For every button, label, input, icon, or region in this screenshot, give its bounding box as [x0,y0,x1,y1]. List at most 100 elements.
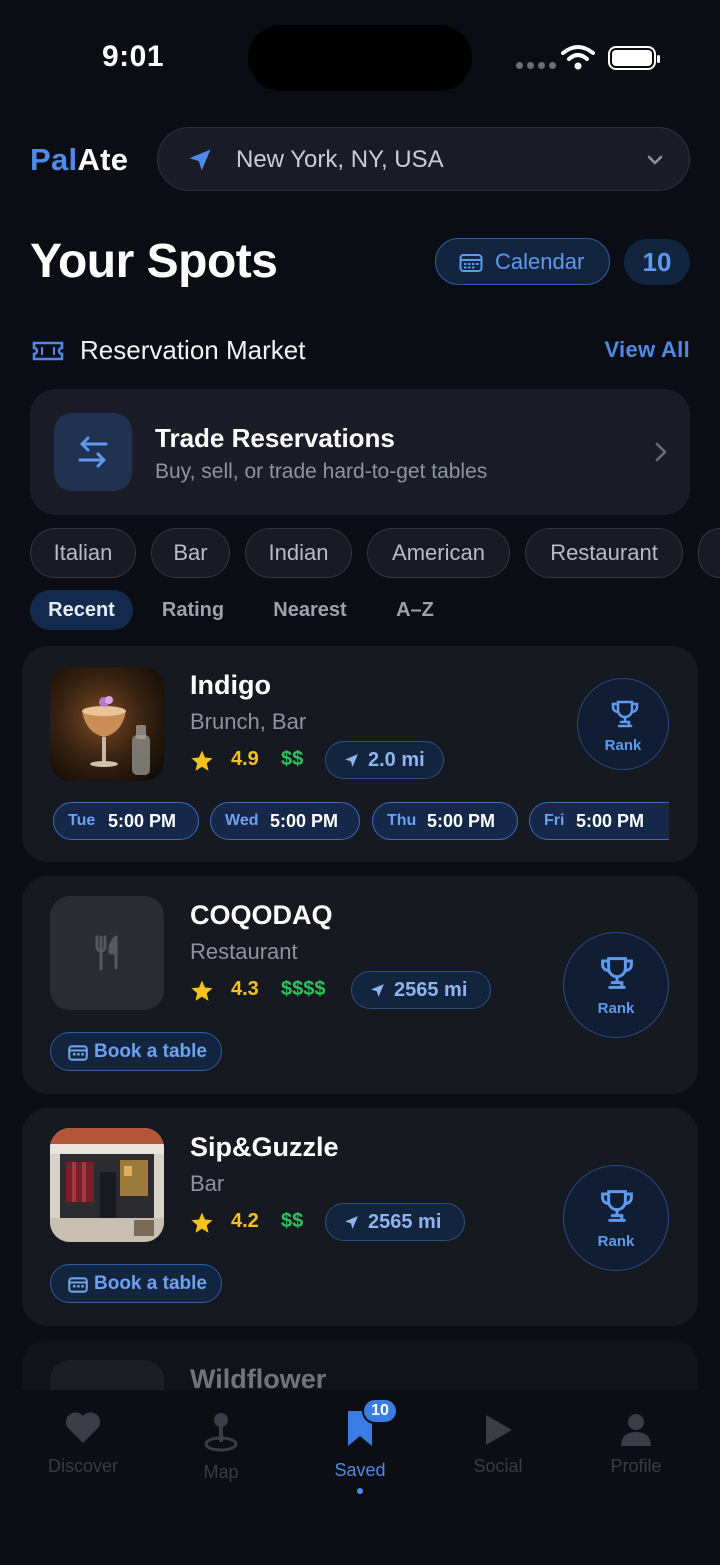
location-arrow-icon [189,149,211,171]
status-bar: 9:01 [0,0,720,110]
spot-rating: 4.3 [231,978,259,1000]
logo-part-ate: Ate [77,142,129,177]
spot-distance: 2.0 mi [368,749,425,771]
rank-button[interactable]: Rank [577,678,669,770]
app-logo: PalAte [30,142,128,178]
filter-chip-italian[interactable]: Italian [30,528,136,578]
spot-distance: 2565 mi [394,979,468,1001]
distance-badge: 2.0 mi [325,741,444,779]
trophy-icon [601,957,633,989]
star-icon [191,980,213,1001]
time-slot-day: Wed [225,812,259,829]
sort-a-z[interactable]: A–Z [380,590,450,630]
page-title: Your Spots [30,235,278,288]
trophy-icon [601,1190,633,1222]
cellular-signal-icon [516,62,556,69]
star-icon [191,750,213,771]
spot-card-indigo[interactable]: Indigo Brunch, Bar 4.9 $$ 2.0 mi Rank Tu… [22,646,698,862]
spot-category: Restaurant [190,939,298,964]
view-all-link[interactable]: View All [604,337,690,363]
star-icon [191,1212,213,1233]
active-tab-indicator [357,1488,363,1494]
location-arrow-icon [345,754,358,767]
filter-chip-more[interactable] [698,528,720,578]
trophy-icon [611,700,639,728]
spot-distance: 2565 mi [368,1211,442,1233]
calendar-button[interactable]: Calendar [435,238,610,285]
reservation-market-label: Reservation Market [80,335,306,365]
status-time: 9:01 [102,40,165,73]
spot-photo-sip-guzzle [50,1128,164,1242]
spot-meta: 4.3 $$$$ 2565 mi [190,971,500,1009]
sort-recent[interactable]: Recent [30,590,133,630]
play-icon [486,1415,512,1445]
ticket-icon [32,341,64,361]
book-table-button[interactable]: Book a table [50,1032,222,1071]
time-slot-time: 5:00 PM [427,811,496,831]
spot-name: COQODAQ [190,900,333,930]
heart-icon [65,1412,101,1443]
calendar-icon [459,254,483,272]
tab-saved[interactable]: Saved [305,1390,415,1490]
filter-chip-restaurant[interactable]: Restaurant [525,528,683,578]
swap-icon [54,413,132,491]
location-text: New York, NY, USA [236,146,444,173]
trade-subtitle: Buy, sell, or trade hard-to-get tables [155,460,488,483]
time-slot[interactable]: Tue 5:00 PM [53,802,199,840]
sort-nearest[interactable]: Nearest [256,590,364,630]
rank-button[interactable]: Rank [563,932,669,1038]
spot-meta: 4.2 $$ 2565 mi [190,1203,480,1241]
spot-price: $$$$ [281,978,326,1000]
location-arrow-icon [371,984,384,997]
battery-icon [608,46,660,70]
reservation-market-header: Reservation Market View All [30,335,690,367]
spot-price: $$ [281,1210,304,1232]
rank-label: Rank [597,1233,635,1250]
map-pin-icon [204,1413,238,1452]
tab-map[interactable]: Map [166,1390,276,1490]
spot-meta: 4.9 $$ 2.0 mi [190,741,460,779]
calendar-button-label: Calendar [495,249,585,274]
time-slot-time: 5:00 PM [270,811,339,831]
time-slot-time: 5:00 PM [108,811,177,831]
spot-name: Indigo [190,670,271,700]
filter-chip-indian[interactable]: Indian [245,528,352,578]
spot-price: $$ [281,748,304,770]
tab-label: Social [473,1456,523,1476]
tab-social[interactable]: Social [443,1390,553,1490]
spot-photo-placeholder [50,896,164,1010]
distance-badge: 2565 mi [351,971,491,1009]
tab-label: Saved [334,1460,386,1480]
spot-rating: 4.2 [231,1210,259,1232]
location-selector[interactable]: New York, NY, USA [157,127,690,191]
spot-card-coqodaq[interactable]: COQODAQ Restaurant 4.3 $$$$ 2565 mi Rank… [22,876,698,1094]
tab-discover[interactable]: Discover [28,1390,138,1490]
book-table-button[interactable]: Book a table [50,1264,222,1303]
filter-chip-american[interactable]: American [367,528,510,578]
tab-label: Map [203,1462,239,1482]
spot-name: Sip&Guzzle [190,1132,339,1162]
saved-count-badge: 10 [362,1398,398,1424]
calendar-icon [68,1277,88,1293]
tab-label: Discover [47,1456,118,1476]
tab-label: Profile [610,1456,662,1476]
sort-rating[interactable]: Rating [148,590,238,630]
location-arrow-icon [345,1216,358,1229]
book-table-label: Book a table [94,1041,207,1062]
spot-photo-indigo [50,667,164,781]
spot-card-sip-guzzle[interactable]: Sip&Guzzle Bar 4.2 $$ 2565 mi Rank Book … [22,1108,698,1326]
spot-category: Brunch, Bar [190,709,307,734]
filter-chip-bar[interactable]: Bar [151,528,230,578]
time-slot[interactable]: Fri 5:00 PM [529,802,669,840]
time-slot[interactable]: Thu 5:00 PM [372,802,518,840]
book-table-label: Book a table [94,1273,207,1294]
fork-knife-icon [95,935,118,971]
spot-category: Bar [190,1171,225,1196]
rank-label: Rank [597,1000,635,1017]
time-slot[interactable]: Wed 5:00 PM [210,802,360,840]
trade-reservations-card[interactable]: Trade Reservations Buy, sell, or trade h… [30,389,690,515]
person-icon [621,1414,651,1446]
tab-profile[interactable]: Profile [581,1390,691,1490]
rank-button[interactable]: Rank [563,1165,669,1271]
spot-rating: 4.9 [231,748,259,770]
